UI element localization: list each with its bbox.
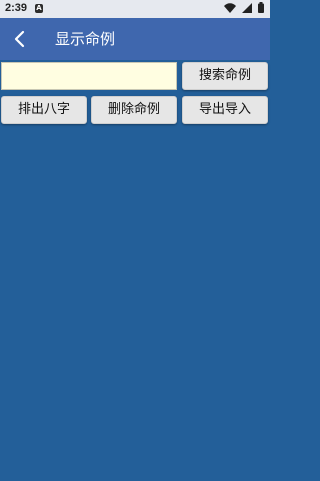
delete-button[interactable]: 删除命例 [91,96,177,124]
chevron-left-icon[interactable] [11,30,29,48]
signal-icon [242,2,252,13]
wifi-icon [224,2,236,13]
search-input[interactable] [1,62,177,90]
app-bar: 显示命例 [0,18,270,60]
export-import-button[interactable]: 导出导入 [182,96,268,124]
status-bar: 2:39 A [0,0,270,18]
page-title: 显示命例 [55,30,116,48]
search-button[interactable]: 搜索命例 [182,62,268,90]
paipan-button[interactable]: 排出八字 [1,96,87,124]
battery-icon [258,2,264,13]
status-icons [224,2,264,13]
status-time: 2:39 [5,2,28,14]
notification-a-icon: A [35,4,43,13]
